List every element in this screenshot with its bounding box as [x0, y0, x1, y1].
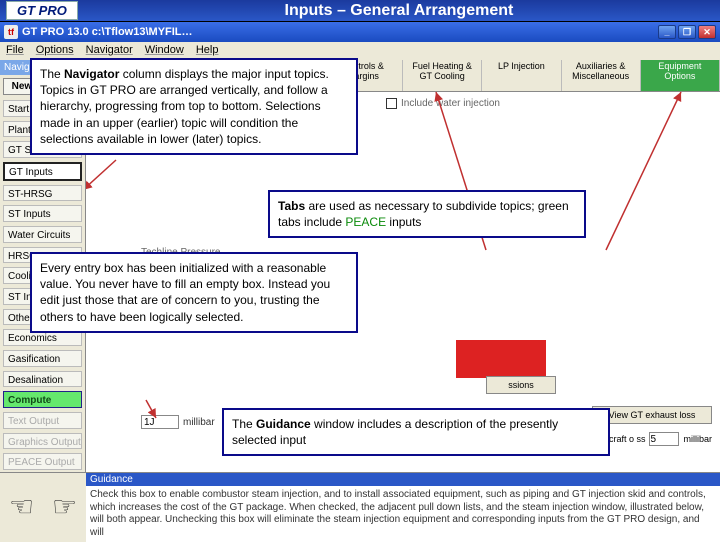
hand-right-icon[interactable]: ☞ [52, 490, 77, 523]
checkbox-icon[interactable] [386, 98, 397, 109]
nav-desalination[interactable]: Desalination [3, 371, 82, 388]
guidance-hands: ☜ ☞ [0, 472, 86, 540]
nav-gt-inputs[interactable]: GT Inputs [3, 162, 82, 181]
duct-input[interactable] [649, 432, 679, 446]
menu-help[interactable]: Help [196, 44, 219, 58]
oneJ-unit: millibar [183, 417, 215, 428]
view-exhaust-loss-button[interactable]: View GT exhaust loss [592, 406, 712, 424]
app-titlebar: tf GT PRO 13.0 c:\Tflow13\MYFIL… _ ❐ ✕ [0, 22, 720, 42]
callout-guidance: The Guidance window includes a descripti… [222, 408, 610, 456]
product-logo: GT PRO [6, 1, 78, 20]
guidance-text: Check this box to enable combustor steam… [86, 486, 720, 542]
oneJ-input[interactable] [141, 415, 179, 429]
menu-options[interactable]: Options [36, 44, 74, 58]
nav-water-circuits[interactable]: Water Circuits [3, 226, 82, 243]
menu-file[interactable]: File [6, 44, 24, 58]
tab-equipment[interactable]: Equipment Options [641, 60, 720, 91]
close-button[interactable]: ✕ [698, 25, 716, 39]
app-title: GT PRO 13.0 c:\Tflow13\MYFIL… [22, 26, 193, 38]
hand-left-icon[interactable]: ☜ [9, 490, 34, 523]
compute-button[interactable]: Compute [3, 391, 82, 408]
callout-entry: Every entry box has been initialized wit… [30, 252, 358, 333]
tab-aux[interactable]: Auxiliaries & Miscellaneous [562, 60, 641, 91]
oneJ-row: millibar [141, 415, 215, 429]
nav-st-hrsg[interactable]: ST-HRSG [3, 185, 82, 202]
callout-tabs: Tabs Tabs are used as necessary to subdi… [268, 190, 586, 238]
slide-title: Inputs – General Arrangement [78, 2, 720, 20]
nav-graphics-output: Graphics Output [3, 433, 82, 450]
guidance-header: Guidance [86, 473, 720, 486]
nav-gasification[interactable]: Gasification [3, 350, 82, 367]
water-injection-checkbox[interactable]: Include water injection [386, 98, 500, 109]
water-injection-label: Include water injection [401, 98, 500, 109]
minimize-button[interactable]: _ [658, 25, 676, 39]
nav-st-inputs[interactable]: ST Inputs [3, 205, 82, 222]
nav-text-output: Text Output [3, 412, 82, 429]
diagram-block [456, 340, 546, 378]
menu-navigator[interactable]: Navigator [86, 44, 133, 58]
app-icon: tf [4, 25, 18, 39]
tab-lp[interactable]: LP Injection [482, 60, 561, 91]
emissions-button[interactable]: ssions [486, 376, 556, 394]
duct-unit: millibar [683, 434, 712, 444]
slide-header: GT PRO Inputs – General Arrangement [0, 0, 720, 22]
guidance-panel: ☜ ☞ Guidance Check this box to enable co… [0, 472, 720, 540]
nav-peace-output: PEACE Output [3, 453, 82, 470]
callout-navigator: The Navigator The Navigator column displ… [30, 58, 358, 155]
tab-fuel[interactable]: Fuel Heating & GT Cooling [403, 60, 482, 91]
menu-window[interactable]: Window [145, 44, 184, 58]
maximize-button[interactable]: ❐ [678, 25, 696, 39]
